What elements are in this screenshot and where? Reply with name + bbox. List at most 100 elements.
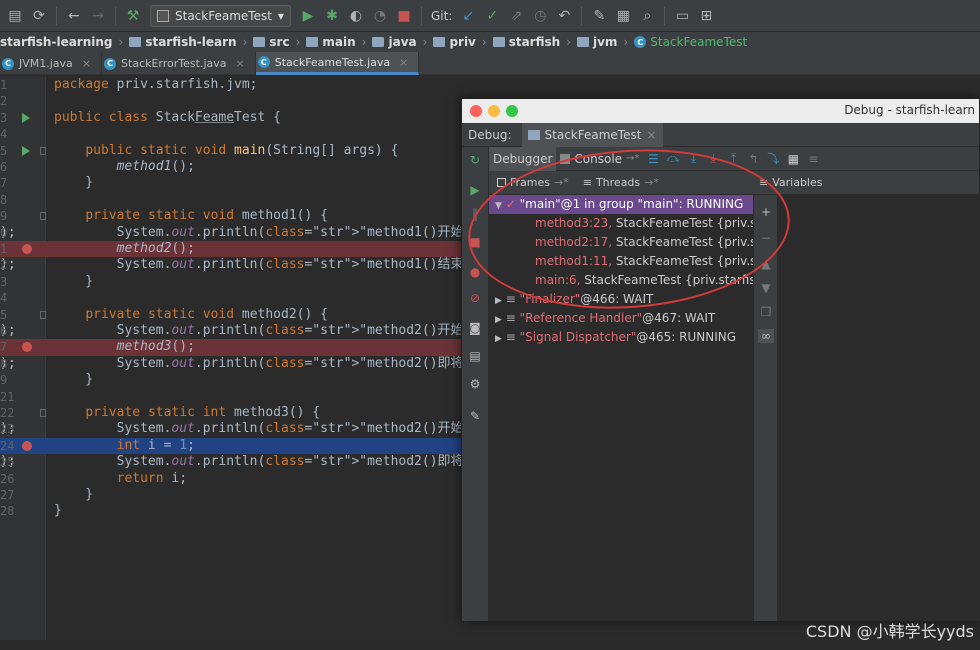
close-icon[interactable]: ×	[236, 57, 245, 70]
breakpoint-icon[interactable]	[22, 440, 32, 451]
line-number: 5	[0, 143, 8, 158]
show-watches-icon[interactable]: ∞	[758, 329, 774, 343]
breadcrumb-item[interactable]: jvm ›	[577, 35, 634, 49]
back-arrow-icon[interactable]: ←	[63, 5, 85, 27]
code-text: System.out.println(class="str">"method2(…	[54, 454, 498, 470]
line-number: 0	[0, 225, 8, 240]
line-number: 2	[0, 94, 8, 109]
breadcrumb-item[interactable]: starfish ›	[492, 35, 577, 49]
breadcrumb-item[interactable]: C StackFeameTest	[634, 35, 753, 49]
minimize-window-button[interactable]	[488, 105, 500, 117]
code-line[interactable]: 1 package priv.starfish.jvm;	[0, 77, 980, 93]
search-icon[interactable]: ⌕	[636, 5, 658, 27]
save-icon[interactable]: ▤	[4, 5, 26, 27]
variables-panel[interactable]	[777, 195, 980, 621]
breadcrumb-label: starfish-learn	[145, 35, 237, 49]
project-structure-icon[interactable]: ▦	[612, 5, 634, 27]
drop-frame-icon[interactable]: ↰	[743, 149, 763, 169]
code-text: System.out.println(class="str">"method2(…	[54, 355, 498, 371]
maximize-window-button[interactable]	[506, 105, 518, 117]
pin-icon[interactable]: ✎	[468, 409, 482, 423]
folder-icon	[306, 37, 319, 47]
camera-icon[interactable]: ◙	[468, 321, 482, 335]
resume-icon[interactable]: ▶	[468, 183, 482, 197]
git-push-icon[interactable]: ⇗	[505, 5, 527, 27]
code-text: private static void method1() {	[85, 208, 328, 224]
history-icon[interactable]: ◷	[529, 5, 551, 27]
expand-arrow-icon[interactable]: ▶	[495, 296, 502, 306]
run-gutter-icon[interactable]	[22, 112, 30, 123]
breadcrumb-item[interactable]: starfish-learning ›	[0, 35, 129, 49]
line-number: 23	[0, 422, 15, 437]
line-number: 28	[0, 504, 15, 519]
line-number: 6	[0, 324, 8, 338]
fold-icon[interactable]	[40, 409, 46, 417]
editor-tab[interactable]: C JVM1.java ×	[0, 52, 103, 75]
vcs-operations-icon[interactable]: ⊞	[695, 5, 717, 27]
move-down-icon[interactable]: ▼	[759, 281, 773, 295]
run-configuration-select[interactable]: StackFeameTest ▾	[150, 4, 291, 27]
settings-wrench-icon[interactable]: ✎	[588, 5, 610, 27]
debug-label: Debug:	[468, 127, 512, 142]
run-config-icon	[157, 9, 169, 22]
git-update-icon[interactable]: ↙	[457, 5, 479, 27]
breakpoint-icon[interactable]	[22, 342, 32, 353]
rerun-icon[interactable]: ↻	[468, 153, 482, 167]
editor-tab[interactable]: C StackFeameTest.java ×	[255, 52, 420, 75]
git-commit-icon[interactable]: ✓	[481, 5, 503, 27]
copy-icon[interactable]: ❐	[759, 305, 773, 319]
breadcrumb-item[interactable]: starfish-learn ›	[129, 35, 253, 49]
forward-arrow-icon[interactable]: →	[87, 5, 109, 27]
debug-bug-icon[interactable]: ✱	[321, 5, 343, 27]
expand-arrow-icon[interactable]: ▶	[495, 334, 502, 344]
close-icon[interactable]: ×	[399, 56, 408, 69]
stop-icon[interactable]: ■	[393, 5, 415, 27]
mute-breakpoints-icon[interactable]: ⊘	[468, 291, 482, 305]
gear-icon[interactable]: ⚙	[468, 377, 482, 391]
debug-session-tab[interactable]: StackFeameTest ×	[521, 122, 663, 147]
evaluate-expression-icon[interactable]: ▦	[783, 149, 803, 169]
breadcrumb-item[interactable]: src ›	[253, 35, 306, 49]
git-label: Git:	[430, 8, 453, 23]
breakpoint-icon[interactable]	[22, 244, 32, 254]
close-icon[interactable]: ×	[82, 57, 91, 70]
line-number: 4	[0, 127, 8, 142]
code-text: method2();	[116, 241, 195, 256]
chevron-right-icon: ›	[361, 35, 367, 49]
folder-icon	[129, 37, 142, 47]
terminal-icon[interactable]: ▭	[671, 5, 693, 27]
line-number: 1	[0, 78, 8, 92]
thread-item[interactable]: ▶ ≡ "Signal Dispatcher"@465: RUNNING	[489, 328, 753, 347]
coverage-icon[interactable]: ◐	[345, 5, 367, 27]
fold-icon[interactable]	[40, 146, 46, 155]
build-hammer-icon[interactable]: ⚒	[122, 5, 144, 27]
thread-item[interactable]: ▶ ≡ "Reference Handler"@467: WAIT	[489, 309, 753, 328]
toolbar-divider	[115, 6, 116, 25]
fold-icon[interactable]	[40, 310, 46, 319]
expand-arrow-icon[interactable]: ▶	[495, 315, 502, 325]
close-icon[interactable]: ×	[646, 128, 656, 142]
sync-icon[interactable]: ⟳	[28, 5, 50, 27]
breadcrumb-label: StackFeameTest	[650, 35, 748, 49]
thread-name: "Reference Handler"	[519, 311, 643, 325]
close-window-button[interactable]	[470, 105, 482, 117]
chevron-down-icon: ▾	[277, 8, 284, 23]
chevron-right-icon: ›	[242, 35, 248, 49]
rollback-icon[interactable]: ↶	[553, 5, 575, 27]
profile-icon[interactable]: ◔	[369, 5, 391, 27]
thread-icon: ≡	[505, 292, 516, 306]
code-text: }	[54, 175, 94, 191]
toolbar-divider	[581, 6, 583, 25]
run-to-cursor-icon[interactable]: ⤵	[763, 149, 783, 169]
editor-tab[interactable]: C StackErrorTest.java ×	[102, 52, 256, 75]
breadcrumb-item[interactable]: priv ›	[433, 35, 492, 49]
code-text: System.out.println(class="str">"method2(…	[54, 421, 498, 437]
layout-icon[interactable]: ▤	[468, 349, 482, 363]
fold-icon[interactable]	[40, 212, 46, 221]
breadcrumb-item[interactable]: main ›	[306, 35, 372, 49]
breadcrumb-item[interactable]: java ›	[372, 35, 433, 49]
thread-icon: ≡	[505, 311, 516, 325]
run-icon[interactable]: ▶	[297, 5, 319, 27]
run-gutter-icon[interactable]	[22, 145, 30, 156]
trace-icon[interactable]: ≡	[803, 149, 823, 169]
